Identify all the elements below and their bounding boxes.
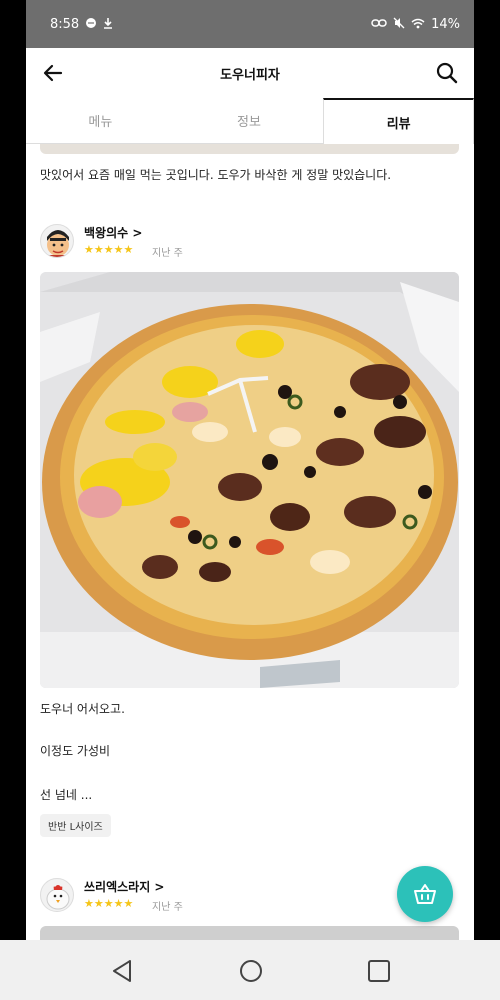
- status-right: 14%: [371, 17, 460, 32]
- circle-home-icon: [240, 960, 262, 982]
- mute-icon: [393, 17, 405, 31]
- nav-back-button[interactable]: [110, 958, 136, 984]
- review-list[interactable]: 맛있어서 요즘 매일 먹는 곳입니다. 도우가 바삭한 게 정말 맛있습니다. …: [26, 144, 474, 940]
- chat-notification-icon: [85, 17, 97, 31]
- nav-home-button[interactable]: [238, 958, 264, 984]
- search-icon: [436, 62, 458, 84]
- page-title: 도우너피자: [220, 68, 280, 83]
- nav-recents-button[interactable]: [366, 958, 392, 984]
- order-menu-tag: 반반 L사이즈: [40, 814, 111, 837]
- tab-menu[interactable]: 메뉴: [26, 98, 175, 144]
- reviewer-name[interactable]: 백왕의수 >: [84, 224, 142, 241]
- status-bar: 8:58 14%: [26, 0, 474, 48]
- wifi-icon: [411, 18, 425, 31]
- tab-reviews[interactable]: 리뷰: [323, 98, 474, 144]
- square-recents-icon: [368, 960, 390, 982]
- phone-screen: 8:58 14% 도우너피자 메뉴 정보 리뷰 맛있어서 요즘 매일 먹는 곳입…: [26, 0, 474, 1000]
- previous-review-text: 맛있어서 요즘 매일 먹는 곳입니다. 도우가 바삭한 게 정말 맛있습니다.: [40, 168, 392, 182]
- status-time: 8:58: [50, 16, 80, 32]
- app-header: 도우너피자: [26, 48, 474, 98]
- review-photo[interactable]: [40, 272, 459, 688]
- rating-stars: ★★★★★: [84, 243, 134, 256]
- battery-level: 14%: [431, 16, 460, 32]
- avatar[interactable]: [40, 878, 74, 912]
- tab-bar: 메뉴 정보 리뷰: [26, 98, 474, 144]
- download-notification-icon: [103, 17, 113, 31]
- status-left: 8:58: [50, 17, 113, 32]
- avatar[interactable]: [40, 224, 74, 258]
- triangle-back-icon: [113, 960, 131, 982]
- previous-review-photo[interactable]: [40, 144, 459, 154]
- reviewer-header: 백왕의수 > ★★★★★ 지난 주: [40, 224, 460, 264]
- basket-icon: [414, 884, 436, 904]
- review-time: 지난 주: [152, 902, 183, 913]
- search-button[interactable]: [434, 60, 460, 86]
- reviewer-name[interactable]: 쓰리엑스라지 >: [84, 878, 164, 895]
- review-time: 지난 주: [152, 248, 183, 259]
- next-review-photo[interactable]: [40, 926, 459, 940]
- system-nav-bar: [0, 940, 500, 1000]
- rating-stars: ★★★★★: [84, 897, 134, 910]
- tab-info[interactable]: 정보: [174, 98, 324, 144]
- cart-button[interactable]: [397, 866, 453, 922]
- review-body-line-1: 도우너 어서오고.: [40, 702, 125, 716]
- review-body-line-3: 선 넘네 ...: [40, 788, 93, 802]
- link-icon: [371, 18, 387, 30]
- review-body-line-2: 이정도 가성비: [40, 744, 111, 758]
